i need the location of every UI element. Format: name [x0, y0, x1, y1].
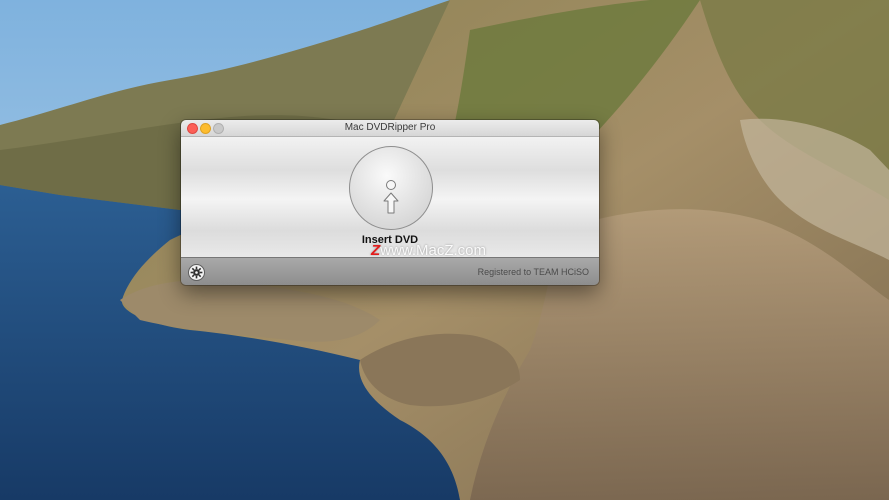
app-window: Mac DVDRipper Pro Insert DVD Zwww.MacZ.c…: [181, 120, 599, 285]
title-bar[interactable]: Mac DVDRipper Pro: [181, 120, 599, 137]
window-title: Mac DVDRipper Pro: [344, 122, 436, 133]
registration-text: Registered to TEAM HCiSO: [477, 267, 589, 277]
main-area: Insert DVD Zwww.MacZ.com: [181, 137, 599, 259]
bottom-bar: Registered to TEAM HCiSO: [181, 257, 599, 285]
insert-dvd-disc-icon[interactable]: [349, 146, 433, 230]
gear-icon[interactable]: [188, 264, 205, 281]
